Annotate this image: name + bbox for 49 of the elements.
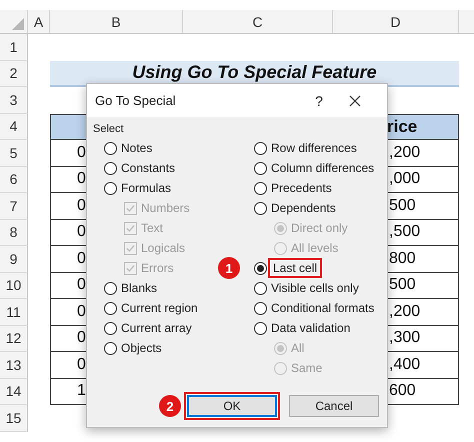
row-header[interactable]: 4 bbox=[0, 114, 28, 140]
option-label[interactable]: Last cell bbox=[271, 261, 320, 275]
step-badge: 1 bbox=[218, 257, 240, 279]
option-label[interactable]: Objects bbox=[121, 341, 162, 355]
row-header[interactable]: 1 bbox=[0, 34, 28, 60]
radio-button[interactable] bbox=[104, 322, 117, 334]
row-header[interactable]: 12 bbox=[0, 326, 28, 352]
row-header[interactable]: 3 bbox=[0, 87, 28, 114]
radio-button[interactable] bbox=[104, 162, 117, 174]
radio-button[interactable] bbox=[254, 202, 267, 214]
option-label[interactable]: Blanks bbox=[121, 281, 158, 295]
row-header[interactable]: 10 bbox=[0, 272, 28, 299]
row-header[interactable]: 8 bbox=[0, 220, 28, 246]
help-button[interactable]: ? bbox=[309, 92, 329, 108]
step-badge: 2 bbox=[159, 395, 181, 417]
row-header[interactable]: 11 bbox=[0, 299, 28, 326]
dialog-title: Go To Special bbox=[95, 93, 177, 108]
radio-button[interactable] bbox=[254, 322, 267, 334]
group-label: Select bbox=[93, 123, 124, 135]
radio-button[interactable] bbox=[104, 302, 117, 314]
column-header[interactable]: A bbox=[28, 10, 50, 33]
column-header[interactable]: D bbox=[333, 10, 459, 33]
option-label[interactable]: Dependents bbox=[271, 201, 336, 215]
radio-button[interactable] bbox=[104, 282, 117, 294]
radio-button[interactable] bbox=[254, 262, 267, 274]
row-header[interactable]: 13 bbox=[0, 352, 28, 378]
dialog-button[interactable]: Cancel bbox=[289, 395, 379, 417]
option-label[interactable]: Precedents bbox=[271, 181, 332, 195]
radio-button[interactable] bbox=[254, 142, 267, 154]
radio-button[interactable] bbox=[254, 182, 267, 194]
radio-button[interactable] bbox=[254, 302, 267, 314]
row-header[interactable]: 7 bbox=[0, 193, 28, 220]
row-header[interactable]: 9 bbox=[0, 246, 28, 272]
radio-button[interactable] bbox=[254, 162, 267, 174]
row-header[interactable]: 6 bbox=[0, 166, 28, 193]
row-header[interactable]: 14 bbox=[0, 378, 28, 405]
column-header[interactable]: C bbox=[183, 10, 333, 33]
row-header[interactable]: 2 bbox=[0, 60, 28, 87]
option-label[interactable]: Notes bbox=[121, 141, 152, 155]
row-header[interactable]: 15 bbox=[0, 405, 28, 432]
radio-button[interactable] bbox=[104, 182, 117, 194]
dialog-button[interactable]: OK bbox=[187, 395, 277, 417]
close-icon[interactable] bbox=[349, 94, 361, 106]
column-header[interactable]: B bbox=[50, 10, 183, 33]
option-label[interactable]: Formulas bbox=[121, 181, 172, 195]
radio-button[interactable] bbox=[254, 282, 267, 294]
radio-button[interactable] bbox=[104, 142, 117, 154]
radio-button[interactable] bbox=[104, 342, 117, 354]
row-header[interactable]: 5 bbox=[0, 140, 28, 166]
